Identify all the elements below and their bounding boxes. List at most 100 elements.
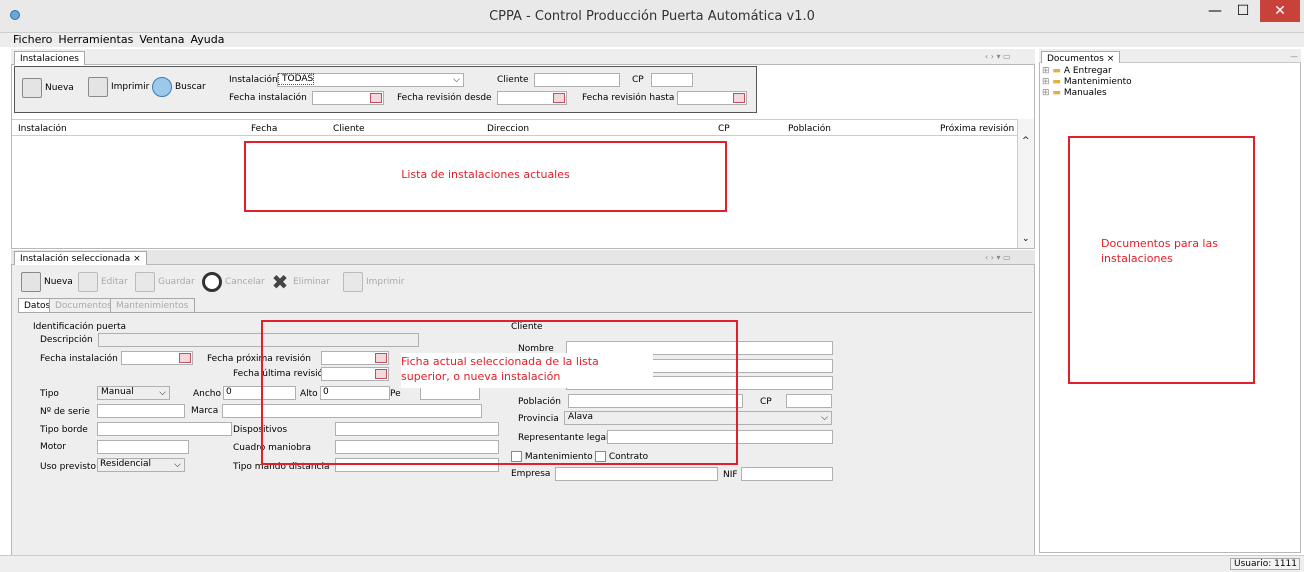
editar-button[interactable]: Editar: [78, 272, 128, 292]
pencil-icon: [78, 272, 98, 292]
annotation-ficha-line1: Ficha actual seleccionada de la lista: [401, 355, 599, 368]
cliente-filter-label: Cliente: [497, 75, 529, 85]
motor-input[interactable]: [97, 440, 189, 454]
close-icon[interactable]: ×: [133, 254, 141, 264]
tree-item-a-entregar[interactable]: ⊞ ▬ A Entregar: [1042, 66, 1112, 76]
panel-controls[interactable]: ‹ › ▾ ▭: [985, 52, 1011, 61]
nif-label: NIF: [723, 470, 738, 480]
usuario-status: Usuario: 1111: [1230, 558, 1300, 570]
minimize-panel-icon[interactable]: —: [1290, 52, 1298, 61]
table-scrollbar[interactable]: ^ ⌄: [1017, 119, 1034, 248]
nif-input[interactable]: [741, 467, 833, 481]
tipo-borde-input[interactable]: [97, 422, 232, 436]
chevron-down-icon: ⌵: [453, 75, 460, 85]
ancho-label: Ancho: [193, 389, 222, 399]
tree-item-mantenimiento[interactable]: ⊞ ▬ Mantenimiento: [1042, 77, 1132, 87]
window-title: CPPA - Control Producción Puerta Automát…: [489, 9, 815, 24]
nueva-button[interactable]: Nueva: [22, 78, 74, 98]
marca-label: Marca: [191, 406, 219, 416]
column-header[interactable]: CP: [718, 124, 730, 134]
chevron-down-icon: ⌵: [159, 388, 166, 398]
save-icon: [135, 272, 155, 292]
calendar-icon[interactable]: [179, 353, 191, 363]
panel-controls[interactable]: ‹ › ▾ ▭: [985, 253, 1011, 262]
scroll-down-icon[interactable]: ⌄: [1022, 234, 1030, 244]
fecha-desde-filter[interactable]: [497, 91, 567, 105]
nserie-input[interactable]: [97, 404, 185, 418]
tab-documentos[interactable]: Documentos ×: [1041, 51, 1121, 64]
cliente-filter-input[interactable]: [534, 73, 620, 87]
uso-previsto-combo[interactable]: Residencial ⌵: [97, 458, 185, 472]
fecha-desde-label: Fecha revisión desde: [397, 93, 492, 103]
cp-input[interactable]: [786, 394, 832, 408]
search-icon: [152, 77, 172, 97]
subtab-mantenimientos[interactable]: Mantenimientos: [110, 298, 195, 312]
new-document-icon: [22, 78, 42, 98]
nueva-button[interactable]: Nueva: [21, 272, 73, 292]
tipo-borde-label: Tipo borde: [40, 425, 88, 435]
chevron-down-icon: ⌵: [821, 413, 828, 423]
nserie-label: Nº de serie: [40, 407, 90, 417]
fecha-hasta-label: Fecha revisión hasta: [582, 93, 675, 103]
menu-herramientas[interactable]: Herramientas: [58, 33, 133, 47]
close-icon[interactable]: ×: [1107, 54, 1115, 64]
column-header[interactable]: Fecha: [251, 124, 277, 134]
cancelar-button[interactable]: Cancelar: [202, 272, 265, 292]
menu-ventana[interactable]: Ventana: [139, 33, 184, 47]
tree-item-manuales[interactable]: ⊞ ▬ Manuales: [1042, 88, 1107, 98]
fecha-hasta-filter[interactable]: [677, 91, 747, 105]
status-bar: [0, 555, 1304, 572]
tab-instalaciones[interactable]: Instalaciones: [14, 51, 85, 65]
cancel-icon: [202, 272, 222, 292]
fecha-instalacion-filter[interactable]: [312, 91, 384, 105]
folder-icon: ▬: [1052, 66, 1061, 76]
menu-bar: Fichero Herramientas Ventana Ayuda: [0, 33, 1304, 47]
printer-icon: [88, 77, 108, 97]
fecha-instalacion-label: Fecha instalación: [229, 93, 307, 103]
guardar-button[interactable]: Guardar: [135, 272, 195, 292]
cp-filter-input[interactable]: [651, 73, 693, 87]
annotation-ficha-line2: superior, o nueva instalación: [401, 370, 561, 383]
motor-label: Motor: [40, 442, 67, 452]
column-header[interactable]: Población: [788, 124, 831, 134]
fecha-instalacion-input[interactable]: [121, 351, 193, 365]
column-header[interactable]: Direccion: [487, 124, 529, 134]
annotation-list: Lista de instalaciones actuales: [401, 168, 570, 181]
close-button[interactable]: ✕: [1260, 0, 1300, 22]
imprimir-button[interactable]: Imprimir: [88, 77, 149, 97]
column-header[interactable]: Instalación: [18, 124, 67, 134]
eliminar-button[interactable]: ✖ Eliminar: [270, 272, 330, 292]
menu-fichero[interactable]: Fichero: [13, 33, 52, 47]
cp-label: CP: [760, 397, 772, 407]
annotation-box-ficha: [261, 320, 738, 465]
new-document-icon: [21, 272, 41, 292]
annotation-documentos-line2: instalaciones: [1101, 252, 1173, 265]
minimize-button[interactable]: —: [1201, 0, 1229, 22]
calendar-icon[interactable]: [553, 93, 565, 103]
imprimir-button[interactable]: Imprimir: [343, 272, 404, 292]
column-header[interactable]: Próxima revisión: [940, 124, 1014, 134]
tab-seleccionada[interactable]: Instalación seleccionada ×: [14, 251, 147, 265]
folder-icon: ▬: [1052, 77, 1061, 87]
calendar-icon[interactable]: [370, 93, 382, 103]
annotation-documentos-line1: Documentos para las: [1101, 237, 1218, 250]
scroll-up-icon[interactable]: ^: [1022, 136, 1030, 146]
folder-icon: ▬: [1052, 88, 1061, 98]
descripcion-label: Descripción: [40, 335, 93, 345]
delete-icon: ✖: [271, 270, 289, 294]
uso-previsto-label: Uso previsto: [40, 462, 96, 472]
empresa-label: Empresa: [511, 469, 551, 479]
tipo-label: Tipo: [40, 389, 59, 399]
cp-filter-label: CP: [632, 75, 644, 85]
subtab-documentos[interactable]: Documentos: [49, 298, 118, 312]
calendar-icon[interactable]: [733, 93, 745, 103]
column-header[interactable]: Cliente: [333, 124, 365, 134]
maximize-button[interactable]: ☐: [1229, 0, 1257, 22]
empresa-input[interactable]: [555, 467, 718, 481]
buscar-button[interactable]: Buscar: [152, 77, 206, 97]
tipo-combo[interactable]: Manual ⌵: [97, 386, 170, 400]
chevron-down-icon: ⌵: [174, 460, 181, 470]
menu-ayuda[interactable]: Ayuda: [191, 33, 225, 47]
fecha-instalacion-label: Fecha instalación: [40, 354, 118, 364]
instalacion-combo[interactable]: TODAS ⌵: [277, 73, 464, 87]
